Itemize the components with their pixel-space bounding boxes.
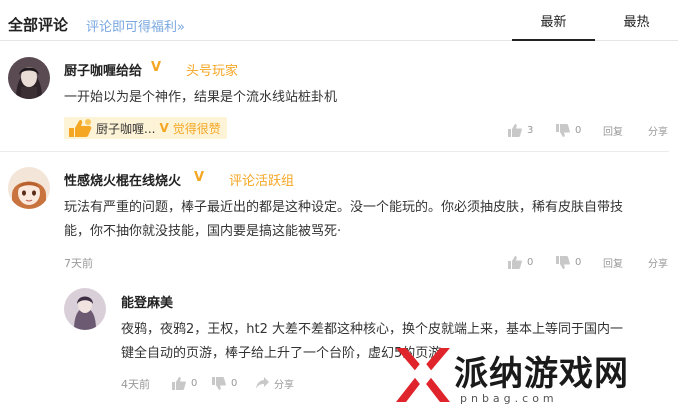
avatar[interactable] <box>64 288 106 330</box>
username[interactable]: 能登麻美 <box>121 292 173 311</box>
share-icon <box>256 377 269 389</box>
watermark-text: 派纳游戏网 <box>454 354 629 394</box>
dislike-count: 0 <box>231 377 238 389</box>
like-button[interactable]: 0 <box>172 375 197 391</box>
share-button[interactable]: 分享 <box>256 375 294 391</box>
share-label: 分享 <box>274 379 294 391</box>
dislike-button[interactable]: 0 <box>212 375 237 391</box>
like-count: 0 <box>191 377 198 389</box>
reply-text-line: 夜鸦，夜鸦2，王权，ht2 大差不差都这种核心，换个皮就端上来，基本上等同于国内… <box>121 322 624 337</box>
watermark-logo-icon <box>396 348 450 402</box>
watermark: 派纳游戏网 pnbag.com <box>388 340 679 407</box>
thumbs-up-icon <box>172 376 186 390</box>
watermark-url: pnbag.com <box>460 392 558 405</box>
thumbs-down-icon <box>212 376 226 390</box>
